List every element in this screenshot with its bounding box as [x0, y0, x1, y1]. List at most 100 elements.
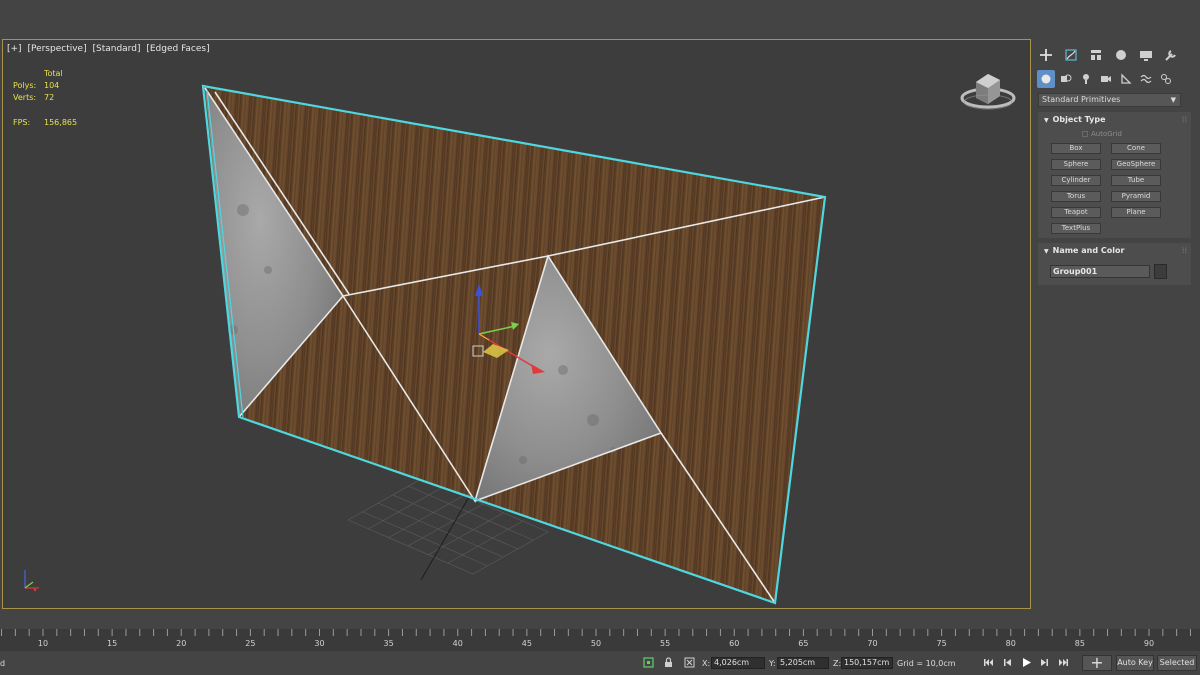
stats-polys-value: 104	[44, 81, 60, 90]
utilities-icon[interactable]	[1162, 46, 1180, 64]
previous-frame-icon[interactable]	[1002, 657, 1013, 668]
collapse-triangle-icon: ▼	[1044, 248, 1049, 255]
track-tick-label: 40	[452, 639, 463, 648]
rollout-grip-icon: ⁞⁞	[1181, 246, 1187, 255]
tube-button[interactable]: Tube	[1111, 175, 1161, 186]
object-type-rollout-header[interactable]: ▼ Object Type ⁞⁞	[1038, 112, 1191, 127]
stats-total-label: Total	[44, 69, 63, 78]
geosphere-button[interactable]: GeoSphere	[1111, 159, 1161, 170]
track-tick-label: 35	[383, 639, 394, 648]
cylinder-button[interactable]: Cylinder	[1051, 175, 1101, 186]
play-icon[interactable]	[1021, 657, 1032, 668]
selection-lock-icon[interactable]	[663, 657, 674, 668]
create-icon[interactable]	[1037, 46, 1055, 64]
object-name-field[interactable]: Group001	[1050, 265, 1150, 278]
collapse-triangle-icon: ▼	[1044, 117, 1049, 124]
track-tick-label: 10	[37, 639, 49, 648]
track-tick-label: 65	[798, 639, 809, 648]
prompt-line-text: d	[0, 659, 6, 668]
name-and-color-title: Name and Color	[1052, 246, 1125, 255]
z-coord-field[interactable]: 150,157cm	[841, 657, 893, 669]
key-filter-selected-dropdown[interactable]: Selected	[1157, 655, 1197, 671]
stats-fps-value: 156,865	[44, 118, 78, 127]
motion-icon[interactable]	[1112, 46, 1130, 64]
next-frame-icon[interactable]	[1039, 657, 1050, 668]
plus-key-icon[interactable]: +	[1082, 655, 1112, 671]
object-type-rollout: ▼ Object Type ⁞⁞ AutoGrid Box Cone Sphere…	[1038, 112, 1191, 238]
stats-fps-label: FPS:	[13, 118, 31, 127]
cone-button[interactable]: Cone	[1111, 143, 1161, 154]
name-and-color-rollout: ▼ Name and Color ⁞⁞ Group001	[1038, 243, 1191, 285]
track-tick-label: 45	[521, 639, 532, 648]
x-coord-label: X:	[702, 659, 711, 668]
autogrid-checkbox[interactable]: AutoGrid	[1082, 130, 1122, 138]
track-tick-label: 55	[660, 639, 671, 648]
stats-verts-value: 72	[44, 93, 55, 102]
time-slider[interactable]	[0, 611, 1200, 628]
hierarchy-icon[interactable]	[1087, 46, 1105, 64]
autogrid-label: AutoGrid	[1091, 130, 1122, 138]
go-to-end-icon[interactable]	[1058, 657, 1069, 668]
wall-mesh-object[interactable]	[201, 84, 827, 605]
track-tick-label: 15	[107, 639, 118, 648]
track-tick-label: 90	[1143, 639, 1155, 648]
plane-button[interactable]: Plane	[1111, 207, 1161, 218]
absolute-mode-icon[interactable]	[684, 657, 695, 668]
textplus-button[interactable]: TextPlus	[1051, 223, 1101, 234]
viewport-plus-menu[interactable]: [+]	[7, 44, 22, 54]
command-panel: Standard Primitives ▼ ▼ Object Type ⁞⁞ Au…	[1035, 40, 1200, 609]
grid-size-text: Grid = 10,0cm	[897, 659, 956, 668]
shapes-icon[interactable]	[1057, 70, 1075, 88]
viewport-shading-standard-menu[interactable]: [Standard]	[92, 44, 140, 54]
auto-key-button[interactable]: Auto Key	[1116, 655, 1154, 671]
viewport-statistics: Total Polys: 104 Verts: 72 FPS: 156,865	[3, 69, 123, 129]
systems-icon[interactable]	[1157, 70, 1175, 88]
modify-icon[interactable]	[1062, 46, 1080, 64]
name-and-color-rollout-header[interactable]: ▼ Name and Color ⁞⁞	[1038, 243, 1191, 258]
track-bar[interactable]: 10 15 20 25 30 35 40 45 50 55 60 65 70 75 80 85 90	[0, 629, 1200, 651]
y-coord-field[interactable]: 5,205cm	[777, 657, 829, 669]
cameras-icon[interactable]	[1097, 70, 1115, 88]
torus-button[interactable]: Torus	[1051, 191, 1101, 202]
3ds-max-window: [+] [Perspective] [Standard] [Edged Face…	[0, 0, 1200, 675]
category-dropdown[interactable]: Standard Primitives ▼	[1038, 93, 1181, 107]
go-to-start-icon[interactable]	[983, 657, 994, 668]
track-tick-label: 80	[1005, 639, 1016, 648]
chevron-down-icon: ▼	[1170, 96, 1176, 104]
isolate-selection-icon[interactable]	[643, 657, 654, 668]
track-tick-label: 60	[729, 639, 740, 648]
viewport-label-menu[interactable]: [+] [Perspective] [Standard] [Edged Face…	[7, 44, 213, 54]
lights-icon[interactable]	[1077, 70, 1095, 88]
z-coord-label: Z:	[833, 659, 842, 668]
track-tick-label: 75	[936, 639, 947, 648]
perspective-viewport[interactable]: [+] [Perspective] [Standard] [Edged Face…	[2, 39, 1031, 609]
track-tick-label: 20	[176, 639, 187, 648]
display-icon[interactable]	[1137, 46, 1155, 64]
sphere-button[interactable]: Sphere	[1051, 159, 1101, 170]
viewcube-icon[interactable]	[958, 64, 1018, 114]
checkbox-box[interactable]	[1082, 131, 1088, 137]
command-panel-tabs	[1037, 44, 1197, 66]
category-dropdown-value: Standard Primitives	[1042, 95, 1121, 104]
top-toolbar-area	[0, 0, 1200, 38]
helpers-icon[interactable]	[1117, 70, 1135, 88]
track-tick-label: 50	[590, 639, 602, 648]
rollout-grip-icon: ⁞⁞	[1181, 115, 1187, 124]
object-color-swatch[interactable]	[1154, 264, 1167, 279]
track-tick-label: 85	[1074, 639, 1085, 648]
status-bar: d X: 4,026cm Y: 5,205cm Z: 150,157cm Gri…	[0, 651, 1200, 675]
track-tick-label: 70	[867, 639, 878, 648]
box-button[interactable]: Box	[1051, 143, 1101, 154]
pyramid-button[interactable]: Pyramid	[1111, 191, 1161, 202]
stats-verts-label: Verts:	[13, 93, 37, 102]
y-coord-label: Y:	[769, 659, 776, 668]
viewport-scene[interactable]	[3, 40, 1030, 608]
geometry-icon[interactable]	[1037, 70, 1055, 88]
viewport-point-of-view-menu[interactable]: [Perspective]	[27, 44, 86, 54]
spacewarps-icon[interactable]	[1137, 70, 1155, 88]
teapot-button[interactable]: Teapot	[1051, 207, 1101, 218]
viewport-display-mode-menu[interactable]: [Edged Faces]	[146, 44, 209, 54]
x-coord-field[interactable]: 4,026cm	[711, 657, 765, 669]
world-axis-tripod-icon	[24, 570, 39, 592]
track-tick-label: 30	[314, 639, 325, 648]
